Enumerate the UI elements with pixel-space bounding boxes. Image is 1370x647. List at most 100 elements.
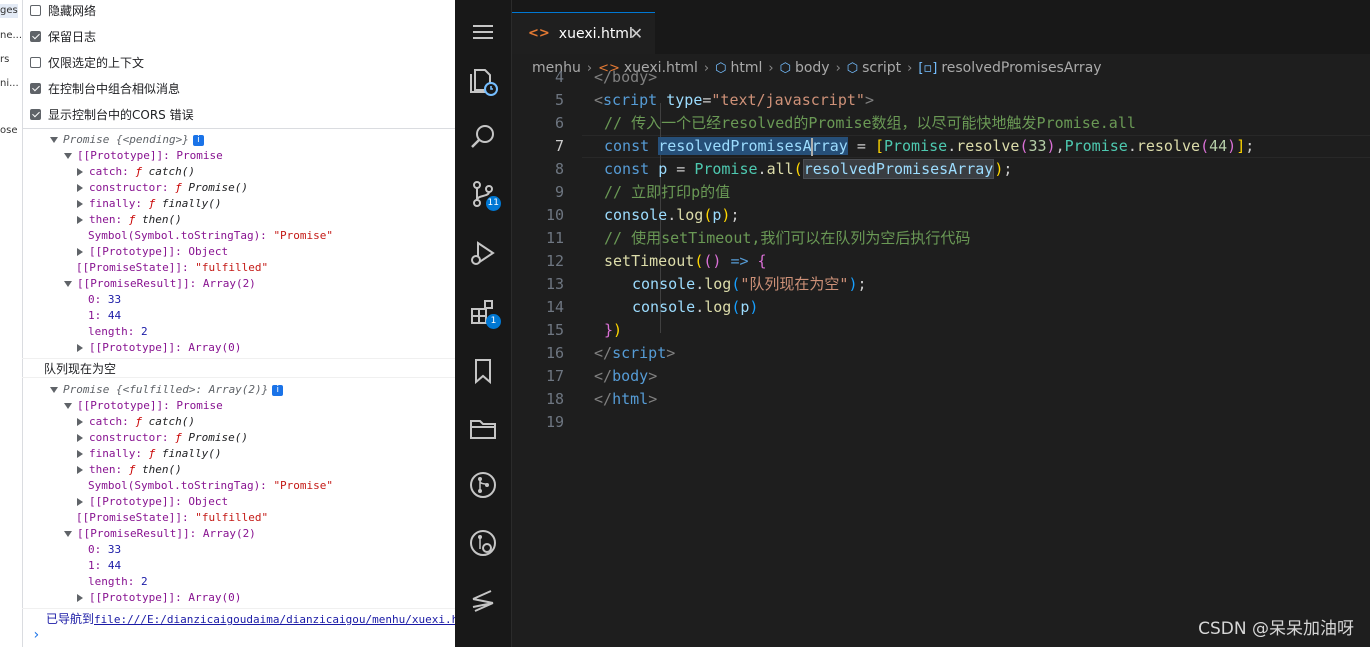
search-icon[interactable] <box>467 121 499 153</box>
code-line: }) <box>604 321 623 339</box>
breadcrumb-symbol[interactable]: [▫] resolvedPromisesArray <box>918 60 1101 76</box>
prop-row: Symbol(Symbol.toStringTag): "Promise" <box>88 478 333 494</box>
collapse-triangle-icon[interactable] <box>77 344 83 352</box>
prop-row[interactable]: constructor: ƒ Promise() <box>76 430 248 446</box>
expand-triangle-icon[interactable] <box>64 281 72 287</box>
prop-value: Promise() <box>188 181 248 194</box>
option-hide-network[interactable]: 隐藏网络 <box>30 0 96 20</box>
prop-row[interactable]: finally: ƒ finally() <box>76 196 221 212</box>
console-prompt-chevron-icon[interactable]: › <box>32 627 40 643</box>
prop-row[interactable]: then: ƒ then() <box>76 462 182 478</box>
prop-key: Symbol(Symbol.toStringTag): <box>88 229 267 242</box>
menu-icon[interactable] <box>467 16 499 48</box>
prop-row[interactable]: [[Prototype]]: Object <box>76 494 228 510</box>
code-token: script <box>612 344 667 362</box>
breadcrumb-html[interactable]: ⬡ html <box>715 60 762 76</box>
prop-row[interactable]: catch: ƒ catch() <box>76 164 195 180</box>
option-selected-context[interactable]: 仅限选定的上下文 <box>30 52 144 72</box>
checkbox[interactable] <box>30 4 41 16</box>
collapse-triangle-icon[interactable] <box>77 498 83 506</box>
prop-row[interactable]: catch: ƒ catch() <box>76 414 195 430</box>
line-number: 4 <box>554 68 564 86</box>
code-token: resolve <box>1136 137 1201 155</box>
prop-row[interactable]: then: ƒ then() <box>76 212 182 228</box>
expand-triangle-icon[interactable] <box>64 153 72 159</box>
collapse-triangle-icon[interactable] <box>77 418 83 426</box>
prop-row[interactable]: [[Prototype]]: Array(0) <box>76 590 241 606</box>
gitlens-icon[interactable] <box>467 527 499 559</box>
line-number: 9 <box>554 183 564 201</box>
prop-row[interactable]: [[PromiseResult]]: Array(2) <box>64 526 256 542</box>
promise-summary: Promise {<pending>} <box>63 133 189 146</box>
collapse-triangle-icon[interactable] <box>77 168 83 176</box>
promise-summary: Promise {<fulfilled>: Array(2)} <box>63 383 269 396</box>
checkbox[interactable] <box>30 30 41 42</box>
run-debug-icon[interactable] <box>467 237 499 269</box>
tab-xuexi-html[interactable]: <> xuexi.html ✕ <box>512 12 655 54</box>
collapse-triangle-icon[interactable] <box>77 248 83 256</box>
collapse-triangle-icon[interactable] <box>77 184 83 192</box>
promise-log-header[interactable]: Promise {<pending>} i <box>50 132 204 148</box>
info-icon[interactable]: i <box>272 384 284 396</box>
option-preserve-log[interactable]: 保留日志 <box>30 26 96 46</box>
expand-triangle-icon[interactable] <box>64 403 72 409</box>
collapse-triangle-icon[interactable] <box>77 594 83 602</box>
code-line: // 立即打印p的值 <box>604 181 730 204</box>
source-control-icon[interactable]: 11 <box>467 178 501 211</box>
nav-url-link[interactable]: file:///E:/dianzicaigoudaima/dianzicaigo… <box>94 613 455 626</box>
prop-row[interactable]: [[PromiseResult]]: Array(2) <box>64 276 256 292</box>
code-comment: // 传入一个已经resolved的Promise数组，以尽可能快地触发Prom… <box>604 114 1136 132</box>
collapse-triangle-icon[interactable] <box>77 450 83 458</box>
code-token: > <box>864 91 874 109</box>
function-f-icon: ƒ <box>128 213 136 226</box>
strip-fragment[interactable]: ne... <box>0 30 22 41</box>
expand-triangle-icon[interactable] <box>50 137 58 143</box>
prop-value: 2 <box>140 575 148 588</box>
extensions-icon[interactable]: 1 <box>467 296 501 329</box>
strip-fragment[interactable]: ose <box>0 125 17 136</box>
option-group-similar[interactable]: 在控制台中组合相似消息 <box>30 78 180 98</box>
prop-row: 0: 33 <box>88 542 121 558</box>
prototype-row[interactable]: [[Prototype]]: Promise <box>64 148 223 164</box>
chevron-right-icon: › <box>907 60 913 76</box>
code-editor[interactable]: 4 5 6 7 8 9 10 11 12 13 14 15 16 17 18 1… <box>512 68 1370 647</box>
function-f-icon: ƒ <box>148 447 156 460</box>
prop-row[interactable]: [[Prototype]]: Object <box>76 244 228 260</box>
prop-row[interactable]: finally: ƒ finally() <box>76 446 221 462</box>
collapse-triangle-icon[interactable] <box>77 216 83 224</box>
close-icon[interactable]: ✕ <box>630 24 643 43</box>
bookmark-icon[interactable] <box>467 355 499 387</box>
prototype-row[interactable]: [[Prototype]]: Promise <box>64 398 223 414</box>
checkbox[interactable] <box>30 82 41 94</box>
prop-value: 33 <box>107 293 122 306</box>
prop-text: [[Prototype]]: Promise <box>77 149 223 162</box>
breadcrumb-body[interactable]: ⬡ body <box>780 60 830 76</box>
prop-key: [[PromiseState]]: <box>76 511 189 524</box>
option-cors-errors[interactable]: 显示控制台中的CORS 错误 <box>30 104 194 124</box>
expand-triangle-icon[interactable] <box>64 531 72 537</box>
code-token: log <box>676 206 704 224</box>
checkbox[interactable] <box>30 56 41 68</box>
prop-row[interactable]: [[Prototype]]: Array(0) <box>76 340 241 356</box>
line-number: 5 <box>554 91 564 109</box>
strip-fragment[interactable]: rs <box>0 54 9 65</box>
devtools-panel: ges ne... rs ni... ose 隐藏网络 保留日志 仅限选定的上下… <box>0 0 455 647</box>
expand-triangle-icon[interactable] <box>50 387 58 393</box>
prop-row[interactable]: constructor: ƒ Promise() <box>76 180 248 196</box>
code-line: </html> <box>594 390 658 408</box>
info-icon[interactable]: i <box>192 134 204 146</box>
explorer-icon[interactable] <box>467 64 499 96</box>
option-label: 显示控制台中的CORS 错误 <box>48 107 194 122</box>
breadcrumb-script[interactable]: ⬡ script <box>847 60 901 76</box>
strip-fragment[interactable]: ges <box>0 4 18 18</box>
strip-fragment[interactable]: ni... <box>0 78 19 89</box>
collapse-triangle-icon[interactable] <box>77 200 83 208</box>
folder-icon[interactable] <box>467 412 499 444</box>
prop-value: finally() <box>161 447 222 460</box>
promise-log-header[interactable]: Promise {<fulfilled>: Array(2)} i <box>50 382 284 398</box>
collapse-triangle-icon[interactable] <box>77 434 83 442</box>
collapse-triangle-icon[interactable] <box>77 466 83 474</box>
checkbox[interactable] <box>30 108 41 120</box>
git-graph-icon[interactable] <box>467 469 499 501</box>
remote-icon[interactable] <box>467 585 499 617</box>
